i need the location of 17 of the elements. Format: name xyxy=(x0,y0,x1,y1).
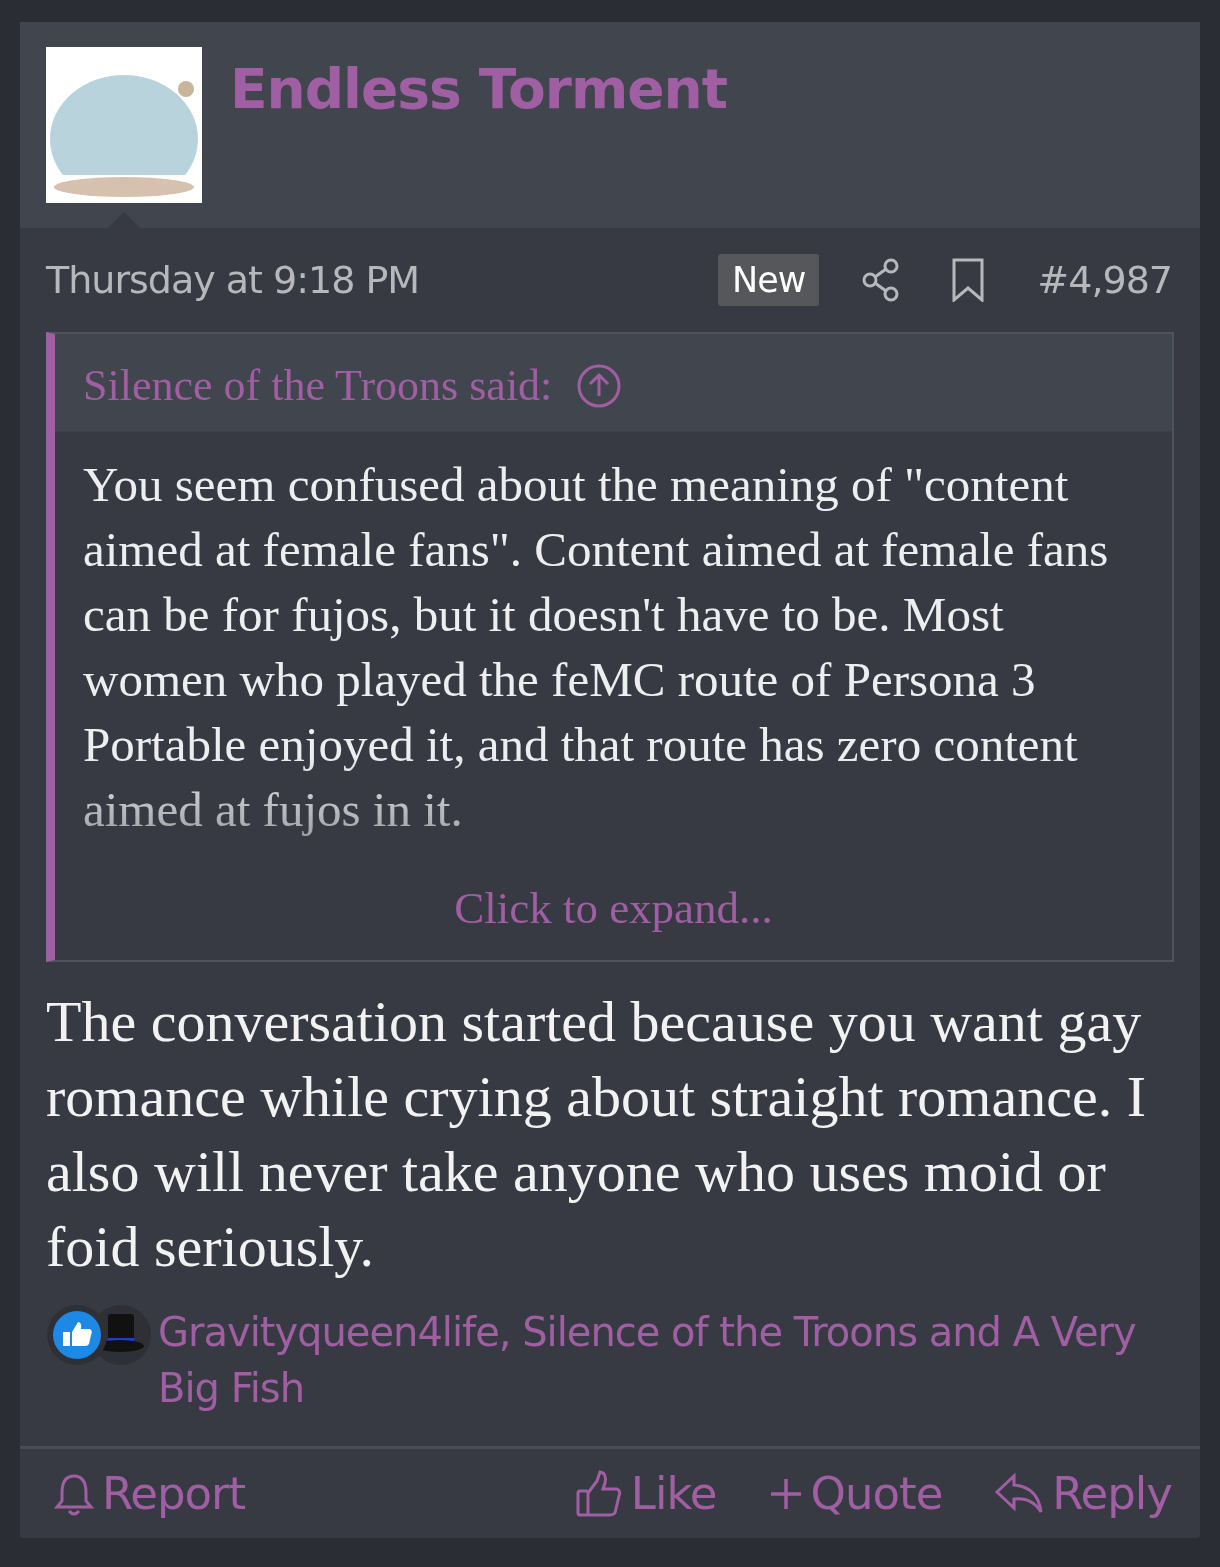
post-body: The conversation started because you want gay romance while crying about straight romance. I also will never take anyone who uses moid or foid seriously. xyxy=(46,988,1147,1281)
thumbs-up-icon xyxy=(574,1468,623,1519)
bookmark-icon[interactable] xyxy=(951,258,986,302)
quote-text: You seem confused about the meaning of "content aimed at female fans". Content aimed at female fans can be for fujos, but it doesn't have to be. Most women who played the feMC route of Persona 3 Portable enjoyed it, and that route has zero content aimed at fujos in it. xyxy=(83,456,1110,839)
report-button[interactable]: Report xyxy=(54,1467,246,1520)
like-reaction-icon xyxy=(46,1304,108,1366)
plus-icon xyxy=(768,1476,803,1511)
reply-button[interactable]: Reply xyxy=(994,1467,1172,1520)
post-date[interactable]: Thursday at 9:18 PM xyxy=(46,258,718,302)
new-badge: New xyxy=(718,254,820,306)
quote-button[interactable]: Quote xyxy=(768,1467,943,1520)
like-button[interactable]: Like xyxy=(574,1467,717,1520)
post-number[interactable]: #4,987 xyxy=(1037,258,1172,302)
expand-link[interactable]: Click to expand... xyxy=(83,882,1144,934)
author-name[interactable]: Endless Torment xyxy=(230,57,728,121)
reaction-names[interactable]: Gravityqueen4life, Silence of the Troons and A Very Big Fish xyxy=(158,1304,1140,1416)
quote-author[interactable]: Silence of the Troons said: xyxy=(83,360,553,411)
